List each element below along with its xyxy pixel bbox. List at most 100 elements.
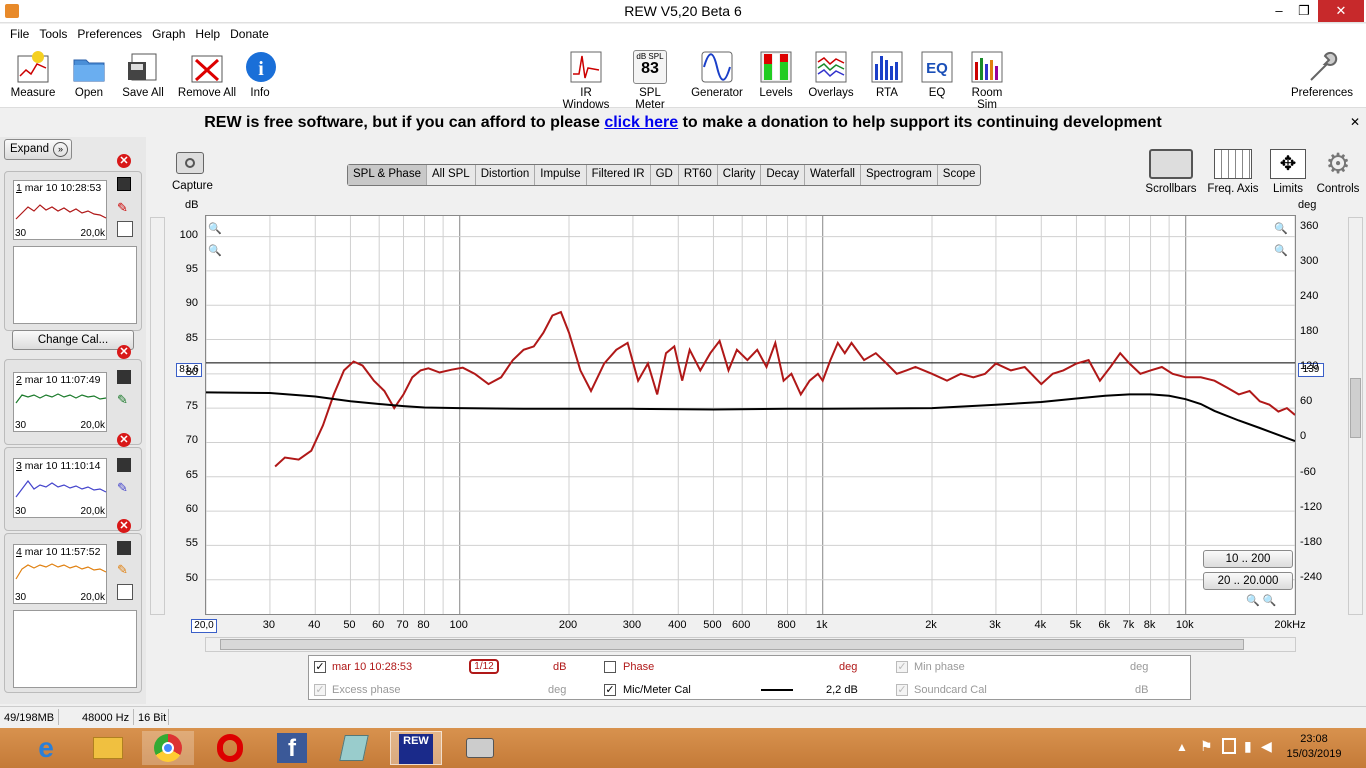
color-picker-icon[interactable] — [117, 370, 131, 384]
menu-graph[interactable]: Graph — [147, 24, 190, 41]
zoom-in-y-icon[interactable]: 🔍 — [208, 222, 222, 235]
measurement-thumbnail[interactable]: 3 mar 10 11:10:14 30 20,0k — [13, 458, 107, 518]
tab-all-spl[interactable]: All SPL — [427, 165, 476, 185]
plot-canvas[interactable] — [205, 216, 1296, 614]
zoom-in-y2-icon[interactable]: 🔍 — [1274, 222, 1288, 235]
tab-distortion[interactable]: Distortion — [476, 165, 536, 185]
notes-app-icon[interactable] — [328, 731, 380, 765]
plot-vertical-scrollbar[interactable] — [1348, 217, 1363, 615]
info-button[interactable]: i Info — [244, 50, 276, 99]
soundcard-cal-checkbox[interactable]: ✓ — [896, 684, 908, 696]
tab-gd[interactable]: GD — [651, 165, 679, 185]
remove-measurement-icon[interactable]: ✕ — [117, 154, 131, 168]
tray-clock[interactable]: 23:08 15/03/2019 — [1282, 733, 1346, 760]
save-all-button[interactable]: Save All — [120, 50, 166, 99]
color-picker-icon[interactable] — [117, 177, 131, 191]
measurement-thumbnail[interactable]: 4 mar 10 11:57:52 30 20,0k — [13, 544, 107, 604]
plot-horizontal-scrollbar[interactable] — [205, 637, 1296, 652]
limits-button[interactable]: ✥ Limits — [1266, 149, 1310, 195]
room-sim-button[interactable]: Room Sim — [962, 50, 1012, 111]
pen-icon[interactable]: ✎ — [117, 480, 128, 496]
tab-scope[interactable]: Scope — [938, 165, 981, 185]
camera-app-icon[interactable] — [454, 731, 506, 765]
measure-button[interactable]: Measure — [10, 50, 56, 99]
file-explorer-icon[interactable] — [82, 731, 134, 765]
measurement-thumbnail[interactable]: 2 mar 10 11:07:49 30 20,0k — [13, 372, 107, 432]
volume-icon[interactable]: ◀ — [1261, 738, 1272, 755]
min-phase-checkbox[interactable]: ✓ — [896, 661, 908, 673]
tab-waterfall[interactable]: Waterfall — [805, 165, 861, 185]
opera-icon[interactable] — [204, 731, 256, 765]
range-20-20000-button[interactable]: 20 .. 20.000 — [1203, 572, 1293, 590]
expand-button[interactable]: Expand » — [4, 139, 72, 160]
smoothing-badge[interactable]: 1/12 — [469, 659, 499, 674]
tab-rt60[interactable]: RT60 — [679, 165, 718, 185]
measurement-thumbnail[interactable]: 1 mar 10 10:28:53 30 20,0k — [13, 180, 107, 240]
measurement-card-1[interactable]: 1 mar 10 10:28:53 30 20,0k ✕ ✎ — [4, 154, 142, 331]
banner-close-icon[interactable]: ✕ — [1350, 115, 1360, 129]
pen-icon[interactable]: ✎ — [117, 392, 128, 408]
remove-measurement-icon[interactable]: ✕ — [117, 433, 131, 447]
zoom-out-y2-icon[interactable]: 🔍 — [1274, 244, 1288, 257]
menu-donate[interactable]: Donate — [225, 24, 274, 41]
measurement-card-4[interactable]: 4 mar 10 11:57:52 30 20,0k ✕ ✎ — [4, 519, 142, 693]
menu-file[interactable]: File — [0, 24, 34, 41]
notes-icon[interactable] — [117, 584, 133, 600]
notes-icon[interactable] — [117, 221, 133, 237]
battery-icon[interactable] — [1222, 738, 1236, 754]
notes-box[interactable] — [13, 246, 137, 324]
menu-help[interactable]: Help — [190, 24, 225, 41]
remove-measurement-icon[interactable]: ✕ — [117, 345, 131, 359]
restore-button[interactable]: ❐ — [1289, 0, 1319, 22]
color-picker-icon[interactable] — [117, 458, 131, 472]
zoom-x-icons[interactable]: 🔍 🔍 — [1246, 594, 1276, 607]
phase-checkbox[interactable] — [604, 661, 616, 673]
menu-tools[interactable]: Tools — [34, 24, 72, 41]
action-center-flag-icon[interactable]: ⚑ — [1200, 738, 1213, 755]
overlays-button[interactable]: Overlays — [806, 50, 856, 99]
notes-box[interactable] — [13, 610, 137, 688]
close-button[interactable]: ✕ — [1318, 0, 1364, 22]
controls-button[interactable]: ⚙ Controls — [1314, 149, 1362, 196]
levels-button[interactable]: Levels — [756, 50, 796, 99]
remove-measurement-icon[interactable]: ✕ — [117, 519, 131, 533]
ir-windows-button[interactable]: IR Windows — [556, 50, 616, 111]
chrome-icon[interactable] — [142, 731, 194, 765]
pen-icon[interactable]: ✎ — [117, 200, 131, 215]
zoom-out-y-icon[interactable]: 🔍 — [208, 244, 222, 257]
facebook-icon[interactable]: f — [266, 731, 318, 765]
open-button[interactable]: Open — [68, 50, 110, 99]
rew-taskbar-icon[interactable]: REW — [390, 731, 442, 765]
color-picker-icon[interactable] — [117, 541, 131, 555]
pen-icon[interactable]: ✎ — [117, 562, 128, 578]
tab-decay[interactable]: Decay — [761, 165, 805, 185]
mic-cal-checkbox[interactable]: ✓ — [604, 684, 616, 696]
tab-clarity[interactable]: Clarity — [718, 165, 762, 185]
panel-scrollbar[interactable] — [150, 217, 165, 615]
tab-filtered-ir[interactable]: Filtered IR — [587, 165, 651, 185]
rta-button[interactable]: RTA — [868, 50, 906, 99]
remove-all-button[interactable]: Remove All — [177, 50, 237, 99]
spl-meter-button[interactable]: dB SPL 83 SPL Meter — [624, 50, 676, 111]
measurement-card-2[interactable]: 2 mar 10 11:07:49 30 20,0k ✕ ✎ — [4, 345, 142, 445]
excess-phase-checkbox[interactable]: ✓ — [314, 684, 326, 696]
menu-preferences[interactable]: Preferences — [72, 24, 147, 41]
scrollbars-button[interactable]: Scrollbars — [1144, 149, 1198, 195]
eq-button[interactable]: EQ EQ — [918, 50, 956, 99]
tab-spectrogram[interactable]: Spectrogram — [861, 165, 938, 185]
tab-impulse[interactable]: Impulse — [535, 165, 587, 185]
generator-button[interactable]: Generator — [690, 50, 744, 99]
range-10-200-button[interactable]: 10 .. 200 — [1203, 550, 1293, 568]
internet-explorer-icon[interactable]: e — [20, 731, 72, 765]
measurement-visible-checkbox[interactable]: ✓ — [314, 661, 326, 673]
network-icon[interactable]: ▮ — [1244, 738, 1252, 755]
donate-link[interactable]: click here — [604, 114, 678, 131]
y-right-tick-label: 300 — [1300, 254, 1319, 267]
preferences-button[interactable]: Preferences — [1290, 50, 1354, 99]
freq-axis-button[interactable]: Freq. Axis — [1204, 149, 1262, 195]
change-cal-button[interactable]: Change Cal... — [12, 330, 134, 350]
tab-spl-phase[interactable]: SPL & Phase — [348, 165, 427, 185]
spl-phase-plot[interactable]: 🔍 🔍 🔍 🔍 10 .. 200 20 .. 20.000 🔍 🔍 — [205, 215, 1296, 615]
capture-button[interactable]: Capture — [172, 152, 213, 192]
tray-up-arrow-icon[interactable]: ▲ — [1176, 740, 1188, 754]
